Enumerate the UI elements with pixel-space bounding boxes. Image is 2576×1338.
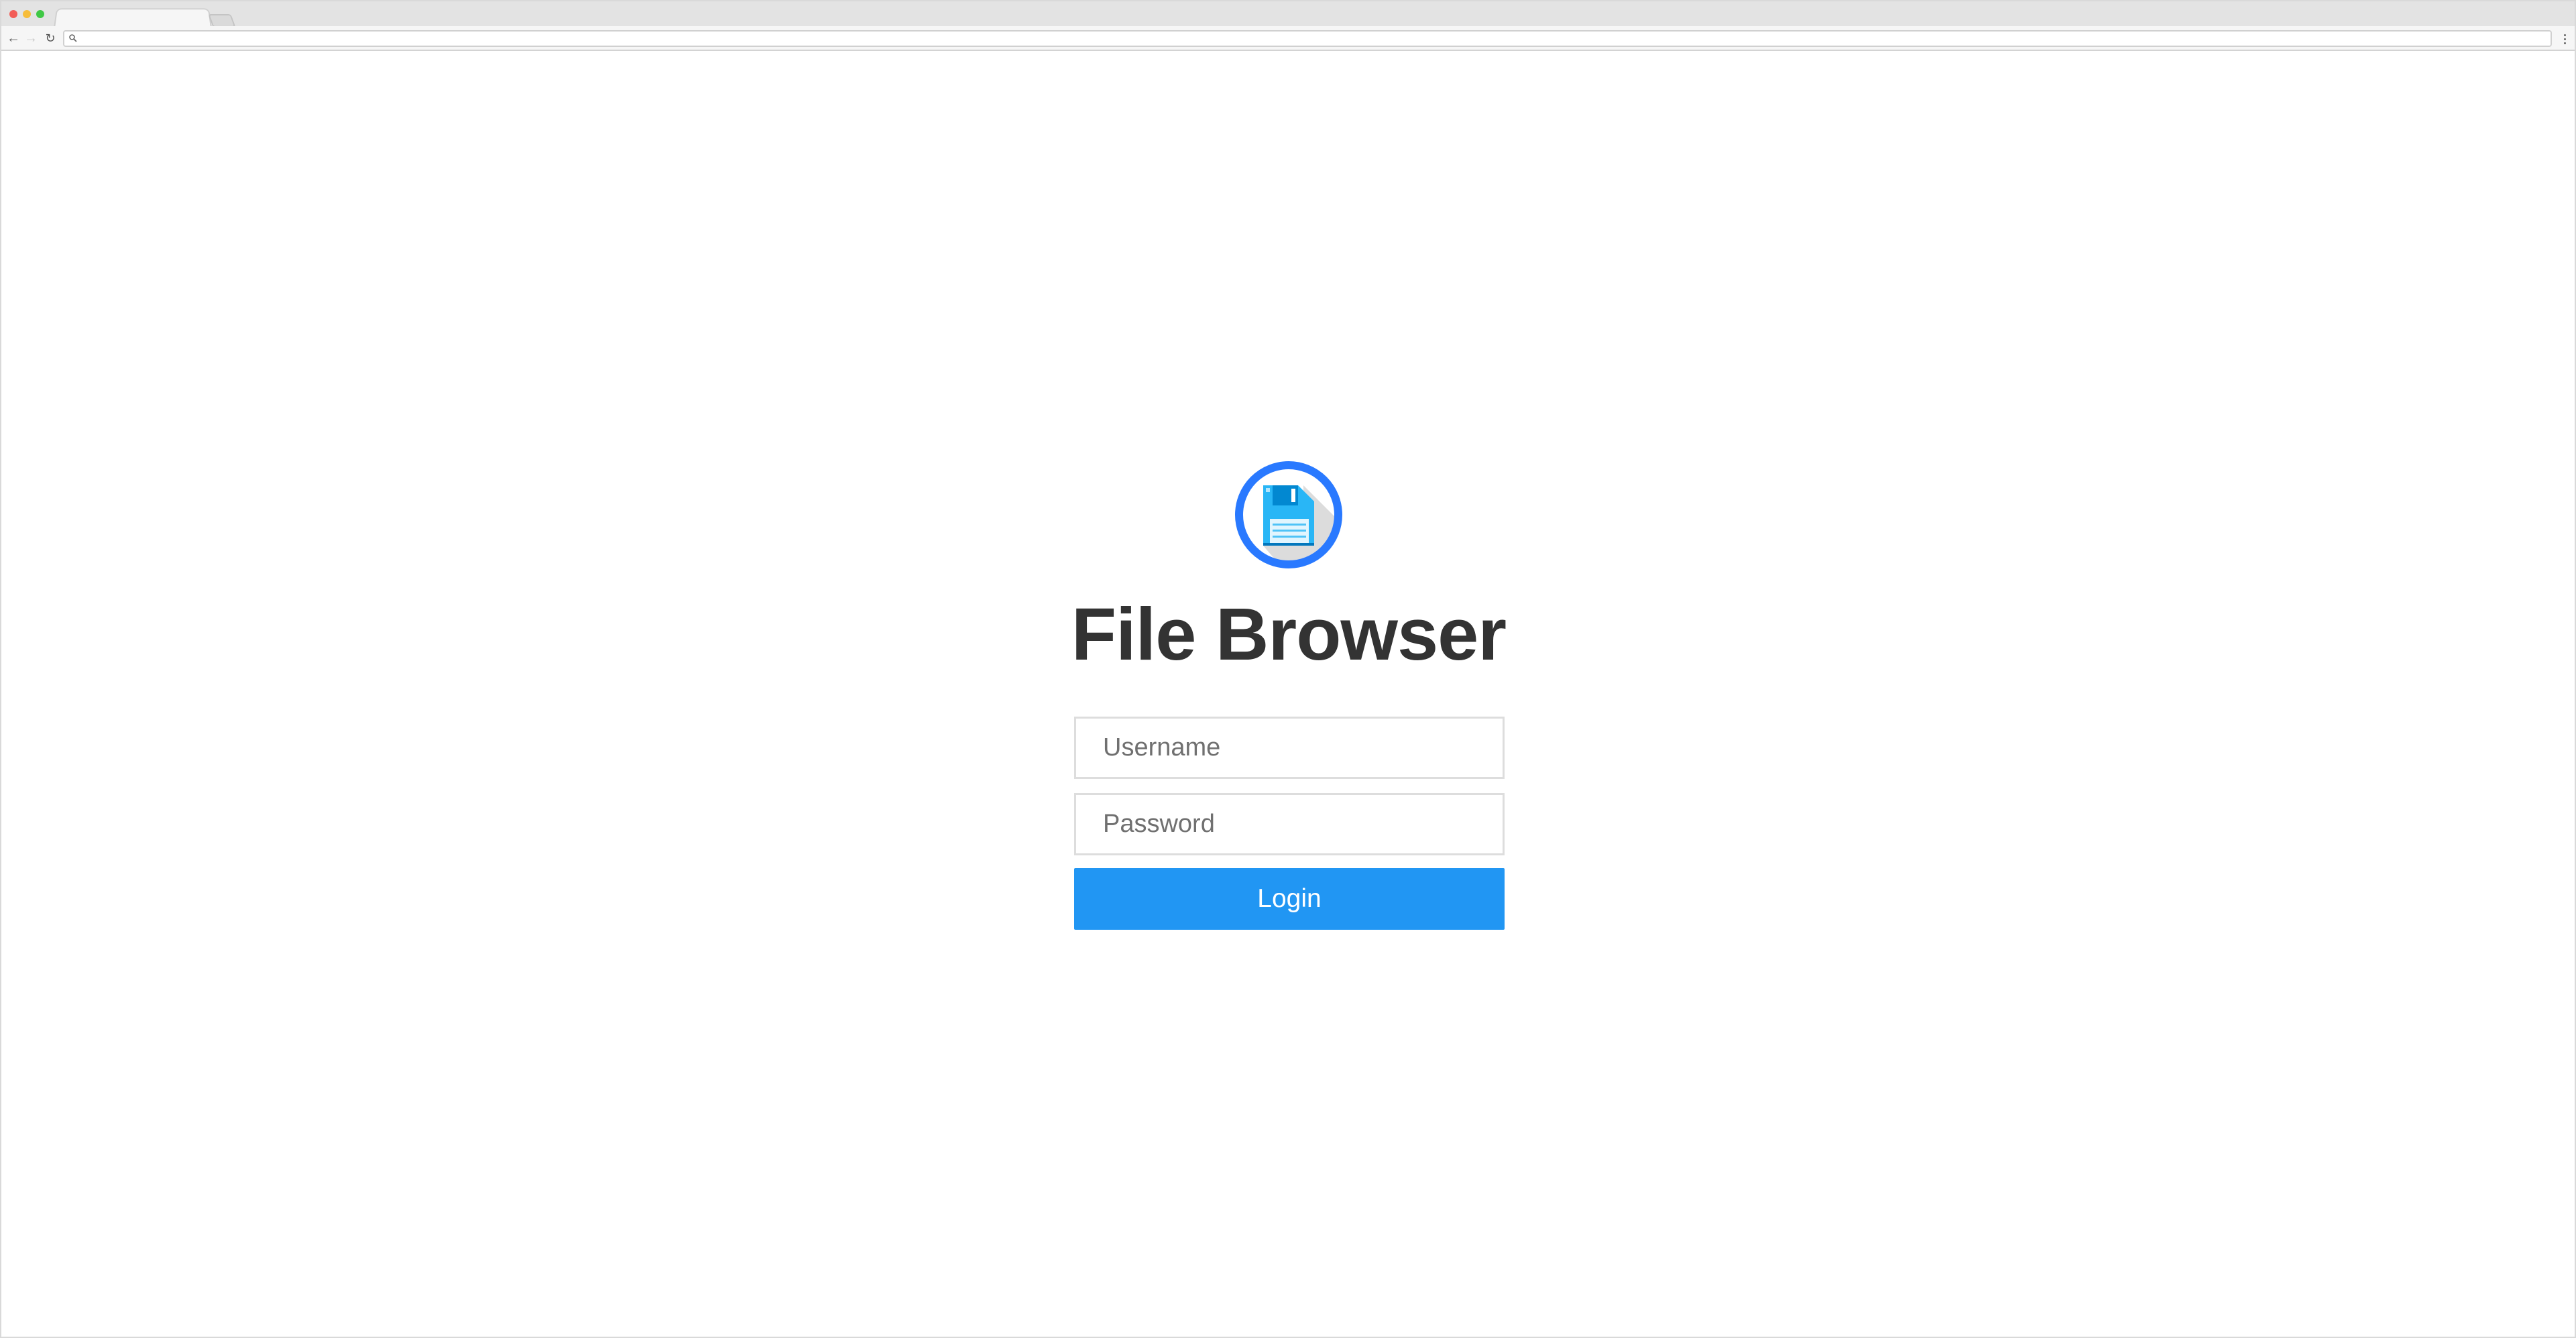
forward-arrow-icon[interactable]: →	[23, 30, 39, 46]
kebab-menu-icon[interactable]	[2561, 31, 2568, 47]
back-arrow-icon[interactable]: ←	[5, 30, 21, 46]
browser-window: ← → ↻ File Browser Username Login	[0, 0, 2576, 1338]
password-input[interactable]	[1074, 793, 1505, 855]
browser-toolbar: ← → ↻	[1, 26, 2575, 51]
address-bar[interactable]	[63, 30, 2552, 47]
minimize-window-button[interactable]	[23, 10, 31, 18]
maximize-window-button[interactable]	[36, 10, 44, 18]
login-button[interactable]: Login	[1074, 868, 1505, 930]
reload-icon[interactable]: ↻	[42, 30, 58, 46]
close-window-button[interactable]	[9, 10, 17, 18]
username-input[interactable]	[1074, 717, 1505, 779]
browser-tab[interactable]	[54, 8, 212, 28]
tab-strip	[1, 1, 2575, 28]
floppy-disk-icon	[1235, 461, 1342, 568]
app-title: File Browser	[1071, 593, 1507, 676]
search-icon	[69, 34, 77, 42]
new-tab-button[interactable]	[208, 14, 236, 27]
